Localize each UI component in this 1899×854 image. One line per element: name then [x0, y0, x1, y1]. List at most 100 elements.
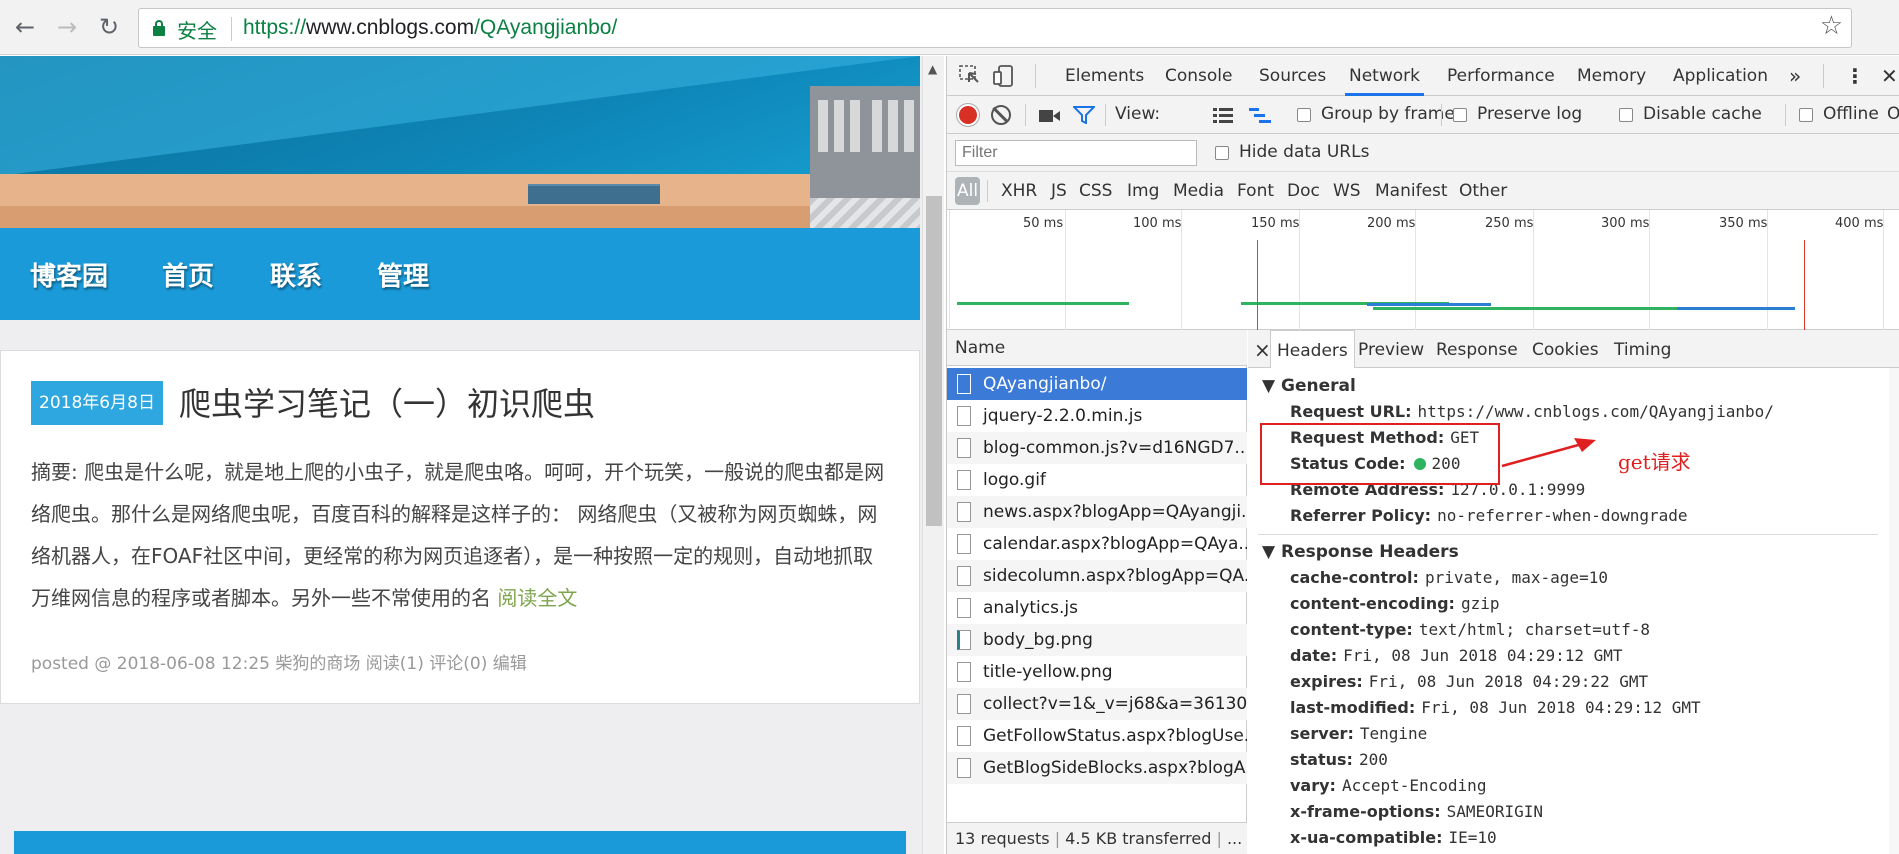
- nav-link-contact[interactable]: 联系: [270, 256, 322, 293]
- more-tabs-icon[interactable]: »: [1789, 56, 1801, 96]
- request-row[interactable]: calendar.aspx?blogApp=QAya...: [947, 528, 1247, 560]
- tab-timing[interactable]: Timing: [1614, 330, 1671, 368]
- response-headers-section-header[interactable]: ▼ Response Headers: [1262, 542, 1459, 562]
- waterfall-view-icon[interactable]: [1249, 107, 1271, 128]
- column-header-name[interactable]: Name: [947, 330, 1247, 366]
- close-devtools-icon[interactable]: ✕: [1881, 56, 1898, 96]
- inspect-element-icon[interactable]: [959, 65, 981, 85]
- preserve-log-checkbox[interactable]: [1453, 108, 1467, 122]
- tab-network[interactable]: Network: [1345, 56, 1424, 96]
- network-timeline-overview[interactable]: 50 ms 100 ms 150 ms 200 ms 250 ms 300 ms…: [947, 210, 1899, 330]
- divider: [1035, 64, 1036, 88]
- image-file-icon: [957, 630, 971, 650]
- address-bar[interactable]: 安全 https://www.cnblogs.com/QAyangjianbo/…: [138, 8, 1852, 48]
- bookmark-star-icon[interactable]: ☆: [1820, 11, 1843, 41]
- clear-icon[interactable]: [991, 105, 1011, 125]
- tab-memory[interactable]: Memory: [1577, 56, 1646, 96]
- list-view-icon[interactable]: [1213, 107, 1233, 128]
- document-icon: [957, 374, 971, 394]
- back-icon[interactable]: ←: [8, 10, 42, 44]
- filter-input[interactable]: [955, 140, 1197, 166]
- tab-headers[interactable]: Headers: [1270, 330, 1355, 368]
- request-row[interactable]: GetBlogSideBlocks.aspx?blogA...: [947, 752, 1247, 784]
- status-overflow: ...: [1226, 829, 1243, 848]
- type-filter-manifest[interactable]: Manifest: [1375, 172, 1448, 210]
- scrollbar-thumb[interactable]: [926, 196, 942, 526]
- nav-link-manage[interactable]: 管理: [377, 256, 429, 293]
- read-more-link[interactable]: 阅读全文: [497, 586, 577, 610]
- tab-preview[interactable]: Preview: [1358, 330, 1424, 368]
- reload-icon[interactable]: ↻: [92, 10, 126, 44]
- url-text[interactable]: https://www.cnblogs.com/QAyangjianbo/: [243, 16, 617, 40]
- general-section-header[interactable]: ▼ General: [1262, 376, 1356, 396]
- type-filter-xhr[interactable]: XHR: [1001, 172, 1037, 210]
- request-row[interactable]: GetFollowStatus.aspx?blogUse...: [947, 720, 1247, 752]
- throttling-select[interactable]: On: [1887, 104, 1899, 124]
- disable-cache-label: Disable cache: [1643, 104, 1762, 124]
- device-toolbar-icon[interactable]: [993, 64, 1015, 88]
- dom-content-loaded-marker: [1257, 240, 1258, 330]
- nav-link-cnblogs[interactable]: 博客园: [30, 256, 108, 293]
- page-scrollbar[interactable]: ▲: [922, 56, 944, 854]
- type-filter-other[interactable]: Other: [1459, 172, 1507, 210]
- document-icon: [957, 502, 971, 522]
- record-icon[interactable]: [959, 106, 977, 124]
- detail-scrollbar[interactable]: [1889, 368, 1899, 854]
- type-filter-img[interactable]: Img: [1127, 172, 1159, 210]
- network-status-bar: 13 requests | 4.5 KB transferred | ...: [947, 822, 1247, 854]
- request-row[interactable]: QAyangjianbo/: [947, 368, 1247, 400]
- header-key: x-frame-options:: [1290, 802, 1441, 821]
- header-key: vary:: [1290, 776, 1336, 795]
- header-value: https://www.cnblogs.com/QAyangjianbo/: [1417, 402, 1774, 421]
- post-date-badge: 2018年6月8日: [31, 381, 163, 425]
- header-row: server: Tengine: [1290, 724, 1427, 743]
- script-file-icon: [957, 598, 971, 618]
- type-filter-js[interactable]: JS: [1051, 172, 1067, 210]
- tab-console[interactable]: Console: [1165, 56, 1233, 96]
- nav-link-home[interactable]: 首页: [162, 256, 214, 293]
- request-name: news.aspx?blogApp=QAyangji...: [983, 502, 1247, 522]
- request-name: body_bg.png: [983, 630, 1093, 650]
- blog-banner-image: [0, 56, 920, 228]
- request-row[interactable]: collect?v=1&_v=j68&a=36130...: [947, 688, 1247, 720]
- type-filter-font[interactable]: Font: [1237, 172, 1274, 210]
- document-icon: [957, 534, 971, 554]
- header-row: vary: Accept-Encoding: [1290, 776, 1486, 795]
- header-value: 200: [1358, 750, 1388, 769]
- scroll-up-icon[interactable]: ▲: [928, 62, 937, 76]
- offline-checkbox[interactable]: [1799, 108, 1813, 122]
- post-title-link[interactable]: 爬虫学习笔记（一）初识爬虫: [179, 379, 595, 425]
- filter-icon[interactable]: [1071, 106, 1097, 129]
- expand-triangle-icon: ▼: [1262, 542, 1276, 562]
- tab-performance[interactable]: Performance: [1447, 56, 1555, 96]
- request-row[interactable]: sidecolumn.aspx?blogApp=QA...: [947, 560, 1247, 592]
- request-row[interactable]: title-yellow.png: [947, 656, 1247, 688]
- tab-elements[interactable]: Elements: [1065, 56, 1144, 96]
- request-row[interactable]: jquery-2.2.0.min.js: [947, 400, 1247, 432]
- forward-icon[interactable]: →: [50, 10, 84, 44]
- type-filter-media[interactable]: Media: [1173, 172, 1224, 210]
- type-filter-doc[interactable]: Doc: [1287, 172, 1320, 210]
- tab-sources[interactable]: Sources: [1259, 56, 1326, 96]
- group-by-frame-checkbox[interactable]: [1297, 108, 1311, 122]
- request-row[interactable]: blog-common.js?v=d16NGD7...: [947, 432, 1247, 464]
- disable-cache-checkbox[interactable]: [1619, 108, 1633, 122]
- general-title: General: [1281, 376, 1356, 396]
- web-page: 博客园 首页 联系 管理 2018年6月8日 爬虫学习笔记（一）初识爬虫 摘要:…: [0, 56, 944, 854]
- request-row[interactable]: analytics.js: [947, 592, 1247, 624]
- request-row[interactable]: body_bg.png: [947, 624, 1247, 656]
- type-filter-ws[interactable]: WS: [1333, 172, 1361, 210]
- tab-cookies[interactable]: Cookies: [1532, 330, 1599, 368]
- type-filter-all[interactable]: All: [955, 177, 981, 205]
- request-list: Name QAyangjianbo/ jquery-2.2.0.min.js b…: [947, 330, 1247, 854]
- type-filter-css[interactable]: CSS: [1079, 172, 1112, 210]
- camera-icon[interactable]: [1039, 108, 1061, 128]
- kebab-menu-icon[interactable]: ⋮: [1845, 56, 1865, 96]
- request-row[interactable]: news.aspx?blogApp=QAyangji...: [947, 496, 1247, 528]
- hide-data-urls-checkbox[interactable]: [1215, 146, 1229, 160]
- tab-application[interactable]: Application: [1673, 56, 1768, 96]
- divider: [1441, 104, 1442, 126]
- close-detail-icon[interactable]: ×: [1254, 330, 1271, 368]
- request-row[interactable]: logo.gif: [947, 464, 1247, 496]
- tab-response[interactable]: Response: [1436, 330, 1518, 368]
